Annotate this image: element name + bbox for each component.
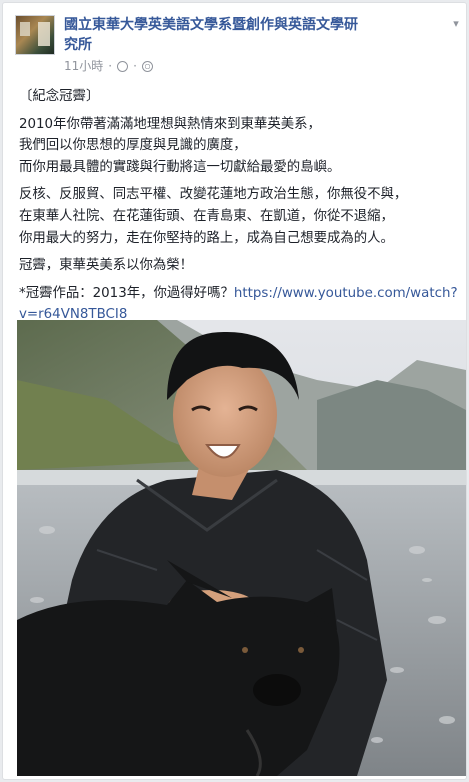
meta-dot: ·: [133, 59, 137, 73]
globe-icon[interactable]: [141, 60, 153, 72]
clock-icon: [117, 60, 129, 72]
para1-line: 2010年你帶著滿滿地理想與熱情來到東華英美系，: [19, 116, 321, 132]
post-timestamp[interactable]: 11小時: [64, 58, 103, 74]
chevron-down-icon[interactable]: ▾: [449, 17, 463, 31]
post-card: 國立東華大學英美語文學系暨創作與英語文學研 究所 ▾ 11小時 · · 〔紀念冠…: [2, 2, 467, 780]
avatar-window-shape: [20, 22, 30, 36]
para2-line: 你用最大的努力，走在你堅持的路上，成為自己想要成為的人。: [19, 230, 394, 246]
post-meta: 11小時 · ·: [64, 58, 153, 74]
youtube-link[interactable]: https://www.youtube.com/watch?: [234, 286, 458, 301]
post-body: 〔紀念冠霽〕 2010年你帶著滿滿地理想與熱情來到東華英美系， 我們回以你思想的…: [19, 86, 459, 332]
para2-line: 反核、反服貿、同志平權、改變花蓮地方政治生態，你無役不與，: [19, 187, 408, 203]
para4-prefix: *冠霽作品：2013年，你過得好嗎？: [19, 285, 234, 301]
page-name-link[interactable]: 國立東華大學英美語文學系暨創作與英語文學研 究所: [64, 15, 404, 55]
para1-line: 而你用最具體的實踐與行動將這一切獻給最愛的島嶼。: [19, 159, 341, 175]
para2-line: 在東華人社院、在花蓮街頭、在青島東、在凱道，你從不退縮，: [19, 208, 394, 224]
page-name-line1[interactable]: 國立東華大學英美語文學系暨創作與英語文學研: [64, 17, 358, 33]
meta-dot: ·: [108, 59, 113, 73]
para1-line: 我們回以你思想的厚度與見識的廣度，: [19, 138, 247, 154]
page-avatar[interactable]: [15, 15, 55, 55]
post-photo[interactable]: [17, 320, 466, 776]
para3-text: 冠霽，東華英美系以你為榮！: [19, 258, 194, 274]
avatar-door-shape: [38, 22, 50, 46]
post-tag: 〔紀念冠霽〕: [19, 89, 100, 104]
page-name-line2[interactable]: 究所: [64, 37, 92, 53]
